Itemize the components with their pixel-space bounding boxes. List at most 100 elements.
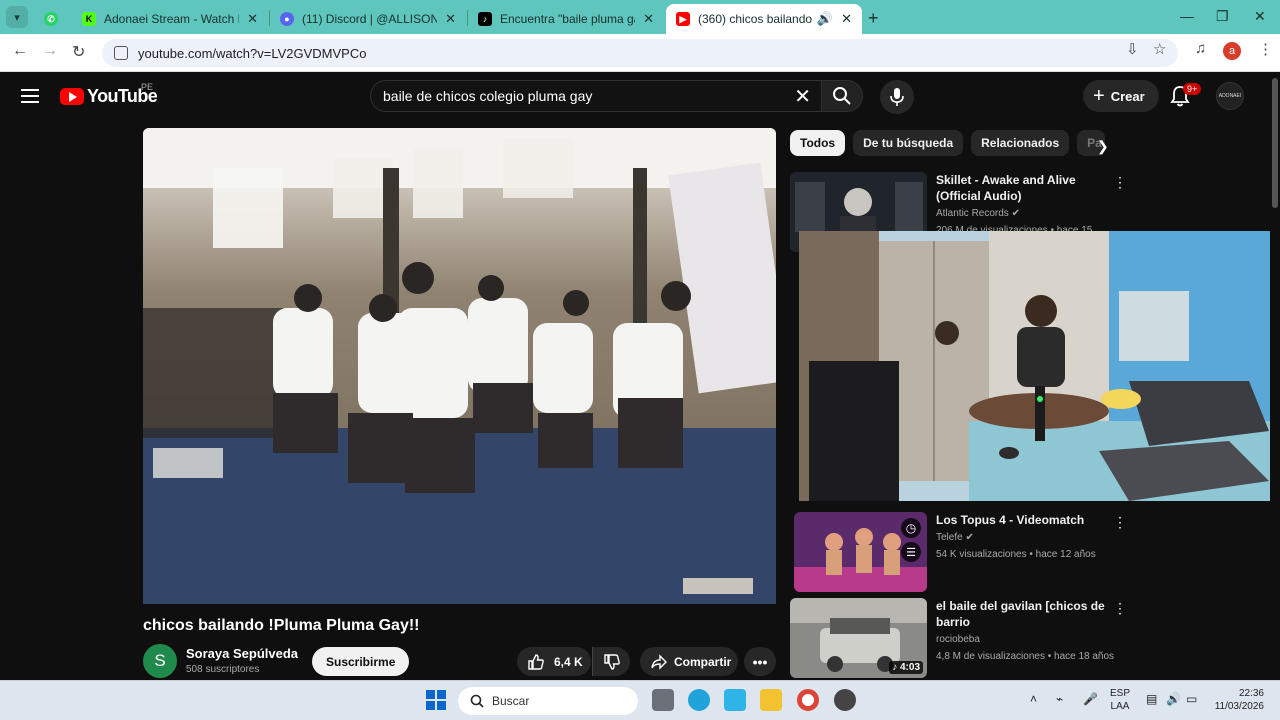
notification-badge: 9+ [1183,83,1202,95]
search-icon [833,87,851,105]
close-icon[interactable]: ✕ [841,11,852,27]
tab-kick[interactable]: K Adonaei Stream - Watch Live o ✕ [72,4,268,34]
subscriber-count: 508 suscriptores [186,664,260,675]
tab-discord[interactable]: ● (11) Discord | @ALLISONMARIA ✕ [270,4,466,34]
clock[interactable]: 22:36 11/03/2026 [1212,687,1264,713]
voice-search-button[interactable] [880,80,914,114]
recommendation-channel[interactable]: Atlantic Records [936,208,1009,219]
thumbs-down-icon [603,653,620,670]
minimize-icon[interactable]: — [1180,8,1194,24]
create-button[interactable]: + Crear [1083,80,1159,112]
recommendation-title[interactable]: Skillet - Awake and Alive (Official Audi… [936,172,1116,204]
mic-tray-icon[interactable]: 🎤 [1083,693,1098,706]
kebab-menu-icon[interactable]: ⋮ [1113,600,1127,617]
video-thumbnail[interactable]: ◷ ☰ [794,512,927,592]
close-icon[interactable]: ✕ [643,11,654,27]
youtube-page: YouTube PE baile de chicos colegio pluma… [0,72,1280,680]
install-icon[interactable]: ⇩ [1126,40,1139,58]
profile-avatar[interactable]: a [1223,42,1241,60]
close-icon[interactable]: ✕ [247,11,258,27]
reload-icon[interactable]: ↻ [72,42,85,62]
url-text: youtube.com/watch?v=LV2GVDMVPCo [138,45,367,61]
video-title: chicos bailando !Pluma Pluma Gay!! [143,617,420,634]
task-view-icon[interactable] [652,689,674,711]
volume-icon[interactable]: 🔊 [1166,693,1181,706]
pinned-tab-whatsapp[interactable]: ✆ [34,4,72,34]
chip-all[interactable]: Todos [790,130,846,156]
country-code: PE [141,82,154,92]
tab-youtube[interactable]: ▶ (360) chicos bailando !Plum 🔊 ✕ [666,4,862,34]
more-menu-icon[interactable]: ⋮ [1258,40,1273,58]
verified-icon: ✔ [965,532,974,543]
more-actions-icon[interactable]: ••• [744,647,776,676]
page-scrollbar[interactable] [1270,72,1280,680]
video-player[interactable] [143,128,776,604]
recommendation-channel[interactable]: rociobeba [936,633,1116,647]
video-thumbnail[interactable]: ♪ 4:03 [790,598,927,678]
subscribe-button[interactable]: Suscribirme [312,647,410,676]
channel-name[interactable]: Soraya Sepúlveda [186,646,298,661]
battery-icon[interactable]: ▭ [1186,693,1197,706]
media-control-icon[interactable]: ♫ [1195,40,1206,57]
speaker-icon[interactable]: 🔊 [817,11,833,27]
store-icon[interactable] [724,689,746,711]
recommendation-title[interactable]: el baile del gavilan [chicos de barrio [936,598,1116,630]
webcam-frame [799,231,1280,501]
forward-icon[interactable]: → [42,42,58,60]
discord-icon: ● [280,12,294,26]
url-input[interactable]: youtube.com/watch?v=LV2GVDMVPCo [102,39,1178,67]
tab-title: (11) Discord | @ALLISONMARIA [302,12,438,26]
new-tab-button[interactable]: + [868,8,879,29]
language-indicator[interactable]: ESP LAA [1110,687,1130,713]
chrome-icon[interactable] [797,689,819,711]
thumbs-up-icon [528,653,544,670]
dislike-button[interactable] [592,647,630,676]
share-button[interactable]: Compartir [640,647,738,676]
search-button[interactable] [821,80,863,112]
site-info-icon[interactable] [114,46,128,60]
start-button[interactable] [426,690,446,710]
network-icon[interactable]: ⌁ [1056,693,1063,706]
account-avatar[interactable]: ADONAEI [1216,82,1244,110]
recommendation-item[interactable]: ◷ ☰ Los Topus 4 - Videomatch Telefe ✔ 54… [790,512,1130,592]
chevron-up-icon[interactable]: ˄ [1030,693,1037,706]
back-icon[interactable]: ← [12,42,28,60]
clear-search-icon[interactable]: ✕ [794,84,811,109]
kick-icon: K [82,12,96,26]
webcam-overlay [799,231,1280,501]
kebab-menu-icon[interactable]: ⋮ [1113,174,1127,191]
watch-later-icon[interactable]: ◷ [901,518,921,538]
chevron-right-icon[interactable]: ❯ [1097,138,1109,155]
scrollbar-thumb[interactable] [1272,78,1278,208]
wifi-icon[interactable]: ▤ [1146,693,1157,706]
tab-title: Adonaei Stream - Watch Live o [104,12,239,26]
taskbar-search[interactable]: Buscar [458,687,638,715]
recommendation-title[interactable]: Los Topus 4 - Videomatch [936,512,1116,528]
search-input[interactable]: baile de chicos colegio pluma gay ✕ [370,80,826,112]
search-query: baile de chicos colegio pluma gay [383,88,593,104]
chip-related[interactable]: Relacionados [971,130,1070,156]
like-button[interactable]: 6,4 K [517,647,591,676]
tab-search-icon[interactable]: ▾ [6,6,28,28]
recommendation-channel[interactable]: Telefe [936,532,963,543]
plus-icon: + [1093,84,1105,107]
edge-icon[interactable] [688,689,710,711]
maximize-icon[interactable]: ❐ [1216,8,1229,25]
related-chips: Todos De tu búsqueda Relacionados Pa [790,130,1106,156]
bookmark-star-icon[interactable]: ☆ [1153,40,1166,58]
kebab-menu-icon[interactable]: ⋮ [1113,514,1127,531]
add-to-queue-icon[interactable]: ☰ [901,542,921,562]
youtube-logo[interactable]: YouTube PE [60,82,158,107]
close-icon[interactable]: ✕ [445,11,456,27]
tab-tiktok[interactable]: ♪ Encuentra "baile pluma gay de ✕ [468,4,664,34]
chip-from-search[interactable]: De tu búsqueda [853,130,964,156]
recommendation-meta: 4,8 M de visualizaciones • hace 18 años [936,651,1115,662]
obs-icon[interactable] [834,689,856,711]
recommendation-item[interactable]: ♪ 4:03 el baile del gavilan [chicos de b… [790,598,1130,678]
close-window-icon[interactable]: ✕ [1254,8,1266,25]
file-explorer-icon[interactable] [760,689,782,711]
channel-avatar[interactable]: S [143,644,177,678]
menu-icon[interactable] [21,89,39,103]
duration-badge: ♪ 4:03 [889,661,923,674]
tiktok-icon: ♪ [478,12,492,26]
